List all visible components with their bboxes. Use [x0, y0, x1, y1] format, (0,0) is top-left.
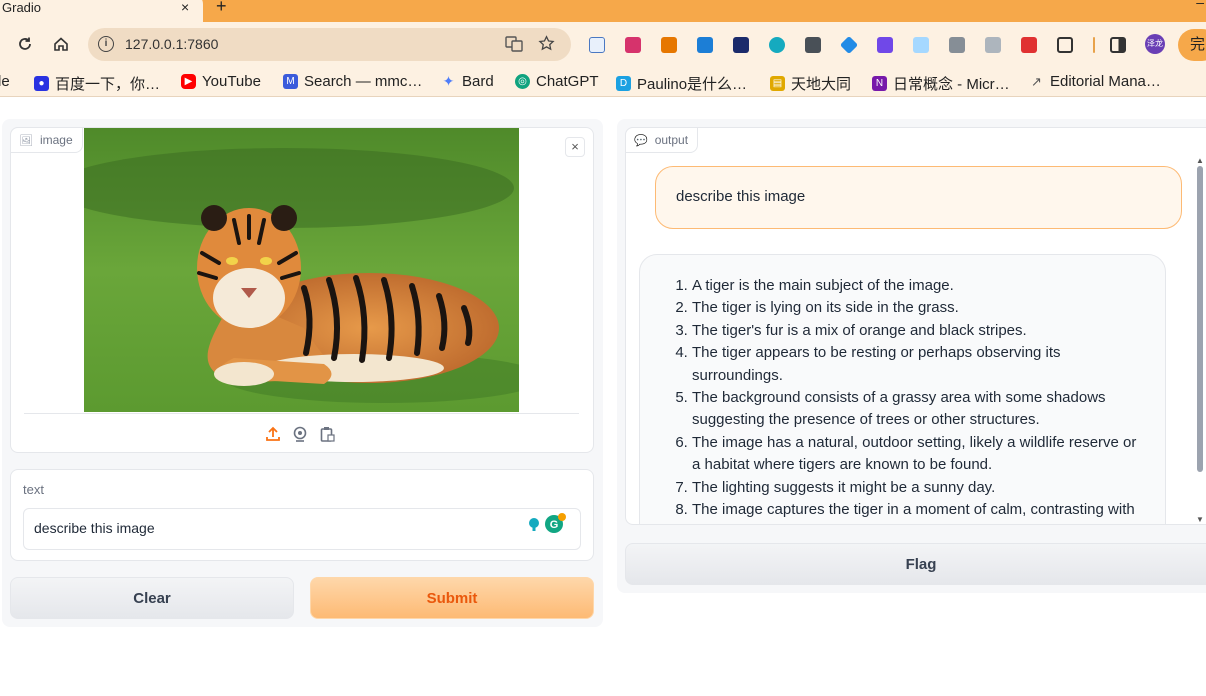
extension-grammarly-icon[interactable]	[769, 37, 785, 53]
clear-image-icon[interactable]: ×	[565, 137, 585, 157]
bookmark-item[interactable]: ↗ Editorial Mana…	[1029, 73, 1161, 90]
clear-button[interactable]: Clear	[10, 577, 294, 619]
search-site-icon: M	[283, 74, 298, 89]
bookmark-item[interactable]: ▤ 天地大同	[770, 73, 851, 94]
grammarly-widget-icon[interactable]: G	[523, 513, 567, 533]
gradio-app: 🖼 image × text describe this image G Cle…	[0, 103, 1206, 696]
reload-icon[interactable]	[15, 34, 35, 54]
update-button[interactable]: 完	[1178, 29, 1206, 61]
scrollbar-thumb[interactable]	[1197, 166, 1203, 472]
chatgpt-icon: ◎	[515, 74, 530, 89]
site-info-icon[interactable]: i	[98, 36, 114, 52]
extensions-puzzle-icon[interactable]	[1057, 37, 1073, 53]
toolbar-divider	[1093, 37, 1095, 53]
image-label-badge: 🖼 image	[10, 127, 83, 153]
list-item: The lighting suggests it might be a sunn…	[692, 477, 1143, 499]
list-item: The tiger appears to be resting or perha…	[692, 342, 1143, 387]
user-message: describe this image	[655, 166, 1182, 229]
scroll-down-icon[interactable]: ▼	[1196, 515, 1204, 524]
extension-cloud-icon[interactable]	[913, 37, 929, 53]
flag-button[interactable]: Flag	[625, 543, 1206, 585]
home-icon[interactable]	[51, 34, 71, 54]
bookmarks-bar: le ●百度一下，你… ▶YouTube MSearch — mmc… ✦Bar…	[0, 67, 1206, 97]
bookmark-item[interactable]: le	[0, 73, 10, 90]
output-label-badge: 💬 output	[625, 127, 699, 153]
extension-tex-icon[interactable]	[949, 37, 965, 53]
webcam-icon[interactable]	[292, 426, 308, 442]
chat-scrollbar[interactable]: ▲ ▼	[1195, 156, 1205, 524]
bookmark-item[interactable]: M Search — mmc…	[283, 73, 422, 90]
address-bar[interactable]: i 127.0.0.1:7860	[88, 28, 571, 61]
chat-icon: 💬	[634, 134, 648, 147]
clipboard-icon[interactable]	[319, 426, 335, 442]
extension-j-icon[interactable]	[697, 37, 713, 53]
image-toolbar-divider	[24, 413, 579, 414]
tab-close-icon[interactable]: ×	[181, 0, 189, 15]
upload-icon[interactable]	[265, 426, 281, 442]
list-item: The background consists of a grassy area…	[692, 387, 1143, 432]
list-item: The image has a natural, outdoor setting…	[692, 432, 1143, 477]
input-column: 🖼 image × text describe this image G Cle…	[2, 119, 603, 627]
extension-diamond-icon[interactable]	[839, 35, 859, 55]
bot-message-list: A tiger is the main subject of the image…	[692, 275, 1143, 524]
browser-tabstrip: Gradio × + –	[0, 0, 1206, 22]
bookmark-item[interactable]: N 日常概念 - Micr…	[872, 73, 1010, 94]
bookmark-star-icon[interactable]	[538, 35, 555, 56]
bookmark-item[interactable]: D Paulino是什么…	[616, 73, 747, 94]
output-column: 💬 output describe this image A tiger is …	[617, 119, 1206, 593]
extension-clip-icon[interactable]	[805, 37, 821, 53]
extension-translate-icon[interactable]	[625, 37, 641, 53]
bot-message: A tiger is the main subject of the image…	[639, 254, 1166, 524]
submit-button[interactable]: Submit	[310, 577, 594, 619]
side-panel-icon[interactable]	[1110, 37, 1126, 53]
editorial-icon: ↗	[1031, 74, 1042, 89]
paulino-icon: D	[616, 76, 631, 91]
tab-title: Gradio	[2, 0, 42, 15]
list-item: The tiger is lying on its side in the gr…	[692, 297, 1143, 319]
extension-gray-icon[interactable]	[985, 37, 1001, 53]
text-label: text	[23, 482, 44, 497]
minimize-button[interactable]: –	[1196, 0, 1204, 10]
bookmark-item[interactable]: ● 百度一下，你…	[34, 73, 160, 94]
prompt-textbox[interactable]: describe this image G	[23, 508, 581, 550]
bookmark-item[interactable]: ✦ Bard	[441, 73, 494, 90]
list-item: A tiger is the main subject of the image…	[692, 275, 1143, 297]
url-text: 127.0.0.1:7860	[125, 36, 219, 52]
extension-reader-icon[interactable]	[661, 37, 677, 53]
extension-game-icon[interactable]	[733, 37, 749, 53]
profile-avatar[interactable]: 泽龙	[1145, 34, 1165, 54]
bookmark-item[interactable]: ▶ YouTube	[181, 73, 261, 90]
notebook-icon: ▤	[770, 76, 785, 91]
extension-mail-icon[interactable]	[1021, 37, 1037, 53]
chat-scroll-area[interactable]: describe this image A tiger is the main …	[626, 154, 1206, 524]
list-item: The image captures the tiger in a moment…	[692, 499, 1143, 524]
bard-sparkle-icon: ✦	[442, 73, 455, 89]
image-icon: 🖼	[19, 134, 33, 147]
chatbot-block: 💬 output describe this image A tiger is …	[625, 127, 1206, 525]
new-tab-button[interactable]: +	[216, 0, 227, 17]
bookmark-item[interactable]: ◎ ChatGPT	[515, 73, 599, 90]
browser-toolbar: i 127.0.0.1:7860 泽龙 完	[0, 22, 1206, 67]
onenote-icon: N	[872, 76, 887, 91]
youtube-icon: ▶	[181, 74, 196, 89]
extension-bag-icon[interactable]	[877, 37, 893, 53]
prompt-text: describe this image	[34, 520, 155, 536]
image-input-block: 🖼 image ×	[10, 127, 594, 453]
translate-icon[interactable]	[505, 35, 523, 57]
browser-tab[interactable]: Gradio ×	[0, 0, 203, 22]
scroll-up-icon[interactable]: ▲	[1196, 156, 1204, 165]
list-item: The tiger's fur is a mix of orange and b…	[692, 320, 1143, 342]
extension-docs-icon[interactable]	[589, 37, 605, 53]
text-input-block: text describe this image G	[10, 469, 594, 561]
tiger-image	[84, 128, 519, 412]
svg-text:G: G	[550, 519, 559, 531]
baidu-icon: ●	[34, 76, 49, 91]
